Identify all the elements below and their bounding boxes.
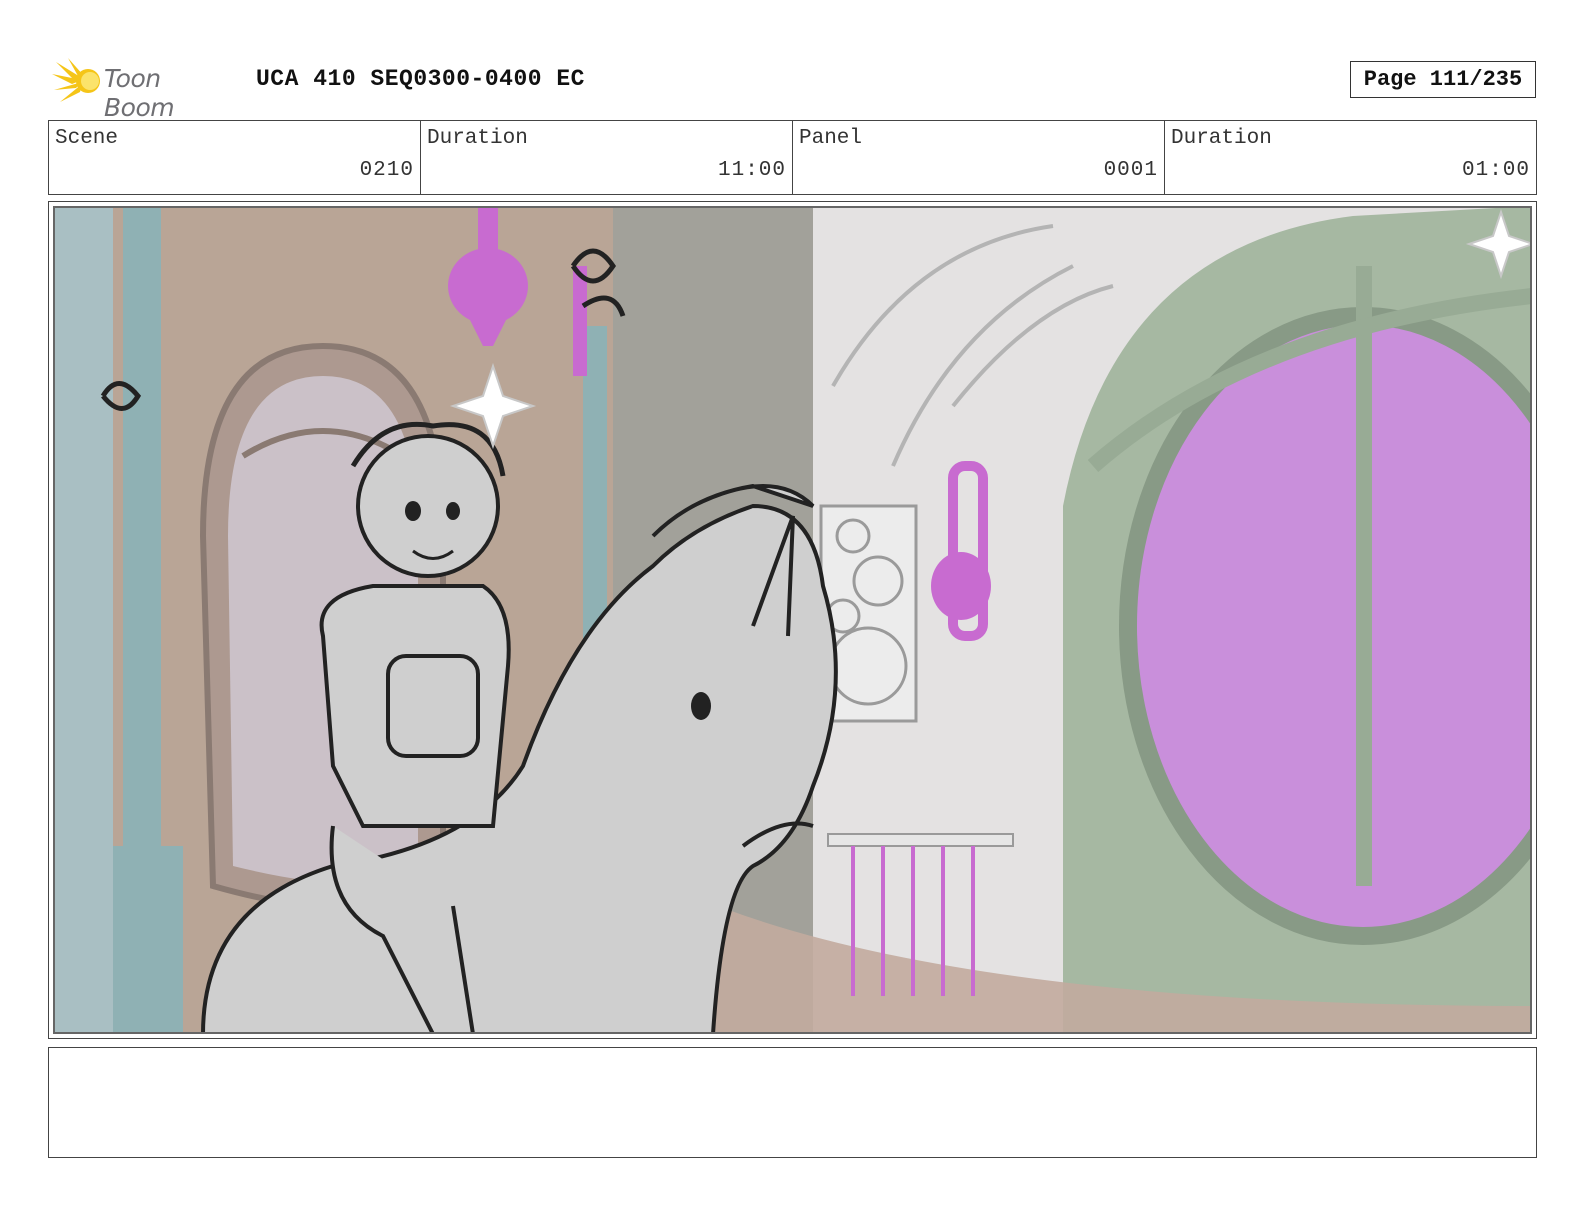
panel-label: Panel: [799, 127, 863, 150]
page-number: Page 111/235: [1363, 67, 1523, 92]
toon-boom-logo: Toon Boom: [52, 56, 238, 122]
logo-text: Toon Boom: [104, 64, 175, 122]
panel-duration-value: 01:00: [1461, 159, 1530, 182]
scene-duration-cell: Duration 11:00: [421, 121, 793, 194]
scene-duration-label: Duration: [427, 127, 528, 150]
page-indicator: Page 111/235: [1350, 61, 1536, 98]
storyboard-panel-image: [53, 206, 1532, 1034]
document-title: UCA 410 SEQ0300-0400 EC: [256, 66, 585, 92]
sunburst-icon: [52, 58, 100, 102]
panel-duration-label: Duration: [1171, 127, 1272, 150]
scene-cell: Scene 0210: [49, 121, 421, 194]
scene-value: 0210: [359, 159, 414, 182]
scene-label: Scene: [55, 127, 119, 150]
panel-notes-box: [48, 1047, 1537, 1158]
scene-duration-value: 11:00: [717, 159, 786, 182]
panel-duration-cell: Duration 01:00: [1165, 121, 1536, 194]
panel-info-table: Scene 0210 Duration 11:00 Panel 0001 Dur…: [48, 120, 1537, 195]
panel-value: 0001: [1103, 159, 1158, 182]
panel-cell: Panel 0001: [793, 121, 1165, 194]
